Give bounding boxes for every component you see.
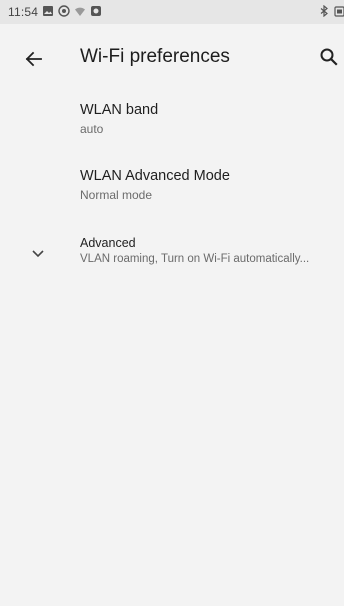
pref-title: Advanced	[80, 236, 136, 250]
search-icon	[320, 48, 338, 66]
pref-title: WLAN band	[80, 102, 159, 118]
bluetooth-icon	[318, 5, 330, 17]
pref-advanced[interactable]: Advanced VLAN roaming, Turn on Wi-Fi aut…	[0, 236, 344, 280]
app-icon	[90, 5, 102, 17]
status-time: 11:54	[8, 5, 39, 19]
wifi-preferences-screen: 11:54 Wi-Fi preferences WLAN band auto W…	[0, 0, 344, 606]
vpn-icon	[58, 5, 70, 17]
pref-title: WLAN Advanced Mode	[80, 168, 230, 184]
pref-wlan-advanced-mode[interactable]: WLAN Advanced Mode Normal mode	[0, 168, 344, 218]
battery-icon	[334, 5, 344, 17]
chevron-down-icon	[31, 246, 45, 258]
pref-summary: auto	[80, 122, 104, 136]
image-icon	[42, 5, 54, 17]
back-button[interactable]	[21, 46, 47, 72]
arrow-back-icon	[25, 51, 42, 67]
page-title: Wi-Fi preferences	[80, 46, 230, 67]
app-bar: Wi-Fi preferences	[0, 24, 344, 94]
wifi-icon	[74, 5, 86, 17]
pref-summary: Normal mode	[80, 188, 153, 202]
search-button[interactable]	[316, 44, 342, 70]
status-bar: 11:54	[0, 0, 344, 24]
pref-summary: VLAN roaming, Turn on Wi-Fi automaticall…	[80, 253, 310, 265]
pref-wlan-band[interactable]: WLAN band auto	[0, 102, 344, 152]
